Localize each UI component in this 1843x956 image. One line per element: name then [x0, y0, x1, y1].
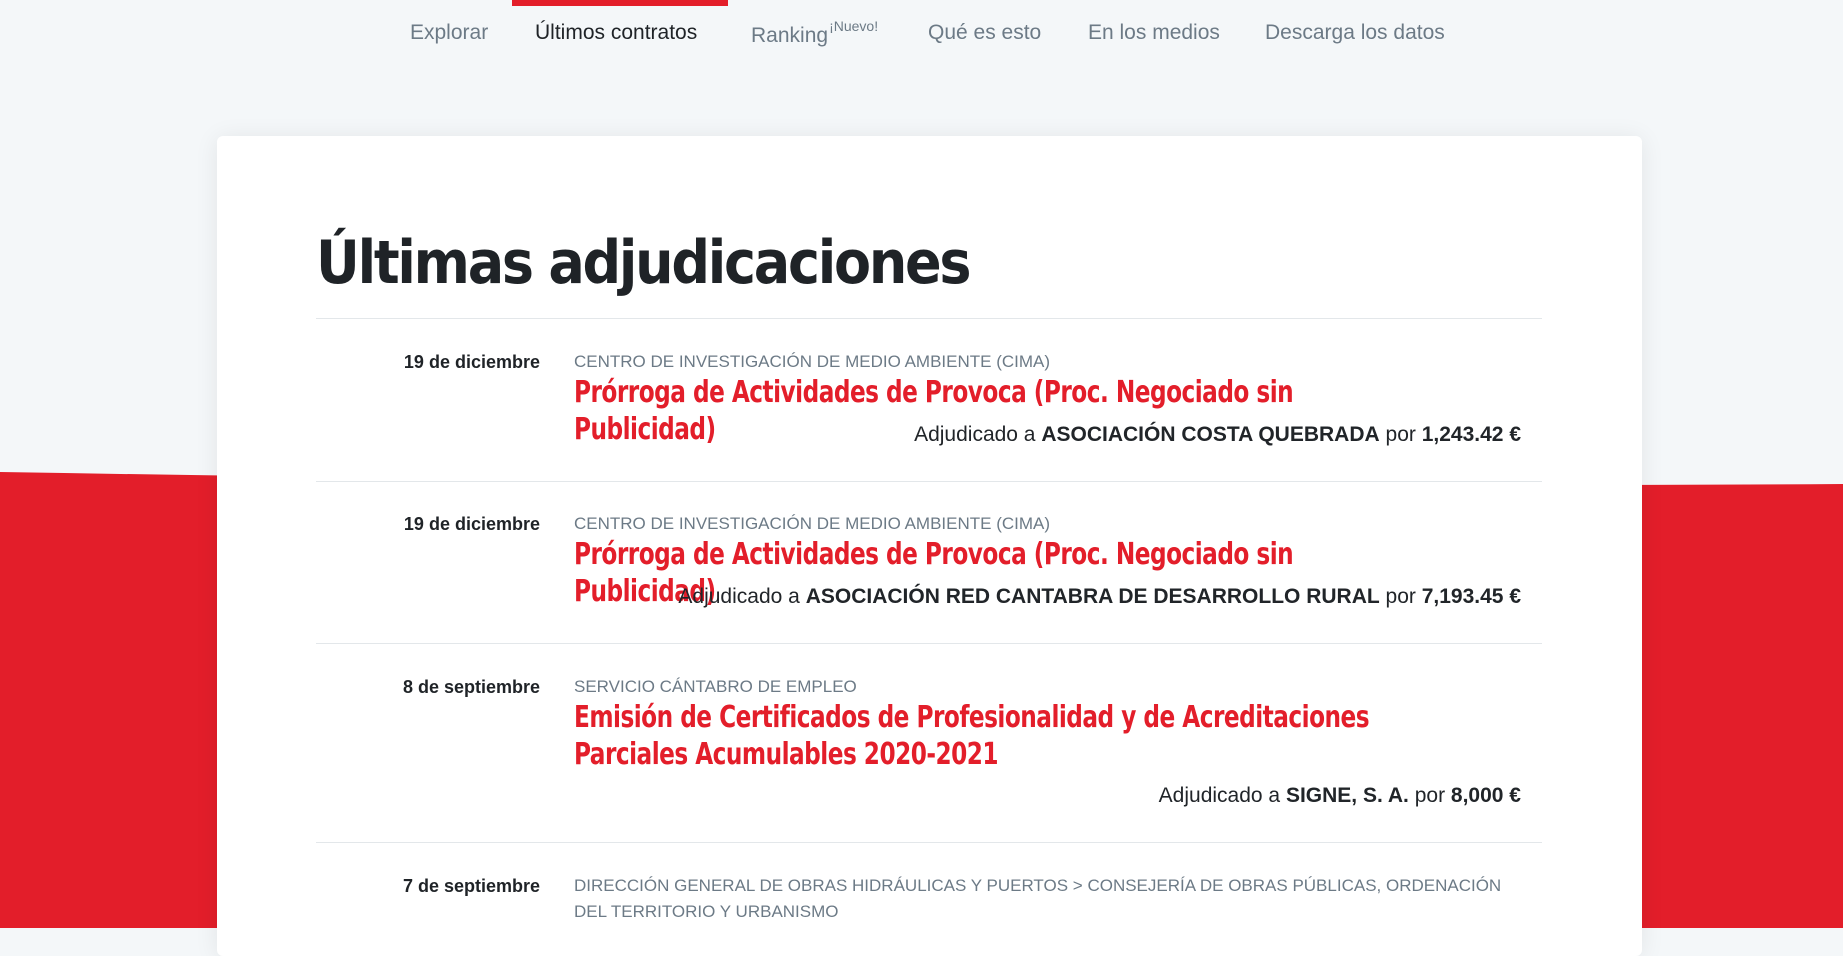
page-title: Últimas adjudicaciones: [316, 228, 972, 298]
contract-date: 8 de septiembre: [402, 677, 540, 697]
contract-date: 19 de diciembre: [403, 352, 540, 372]
award-for: por: [1414, 784, 1446, 807]
nav-en-los-medios[interactable]: En los medios: [1088, 21, 1220, 45]
award-amount: 1,243.42 €: [1421, 423, 1521, 446]
nav-ultimos-contratos[interactable]: Últimos contratos: [535, 21, 697, 45]
award-amount: 8,000 €: [1450, 784, 1521, 807]
contract-award: Adjudicado a SIGNE, S. A. por 8,000 €: [1159, 784, 1521, 808]
contract-date: 19 de diciembre: [403, 514, 540, 534]
contract-date: 7 de septiembre: [402, 876, 540, 896]
divider: [316, 842, 1542, 843]
award-for: por: [1385, 585, 1416, 608]
new-badge: ¡Nuevo!: [829, 18, 879, 34]
divider: [316, 318, 1542, 319]
award-for: por: [1385, 423, 1416, 446]
main-navigation: Explorar Últimos contratos Ranking¡Nuevo…: [0, 0, 1843, 72]
awardee-name: SIGNE, S. A.: [1285, 784, 1409, 807]
divider: [316, 481, 1542, 482]
contract-organization: CENTRO DE INVESTIGACIÓN DE MEDIO AMBIENT…: [574, 514, 1051, 533]
awardee-name: ASOCIACIÓN COSTA QUEBRADA: [1041, 423, 1380, 446]
contract-organization: SERVICIO CÁNTABRO DE EMPLEO: [574, 677, 857, 696]
divider: [316, 643, 1542, 644]
nav-descarga-datos[interactable]: Descarga los datos: [1265, 21, 1445, 45]
nav-explorar[interactable]: Explorar: [410, 21, 488, 45]
contract-title-link[interactable]: Emisión de Certificados de Profesionalid…: [574, 699, 1400, 773]
contract-organization: DIRECCIÓN GENERAL DE OBRAS HIDRÁULICAS Y…: [574, 876, 1502, 921]
nav-que-es-esto[interactable]: Qué es esto: [928, 21, 1041, 45]
awardee-name: ASOCIACIÓN RED CANTABRA DE DESARROLLO RU…: [805, 585, 1380, 608]
contract-award: Adjudicado a ASOCIACIÓN RED CANTABRA DE …: [678, 585, 1521, 609]
contract-award: Adjudicado a ASOCIACIÓN COSTA QUEBRADA p…: [914, 423, 1521, 447]
award-amount: 7,193.45 €: [1421, 585, 1521, 608]
contract-organization: CENTRO DE INVESTIGACIÓN DE MEDIO AMBIENT…: [574, 352, 1051, 371]
award-prefix: Adjudicado a: [678, 585, 800, 608]
nav-ranking-label: Ranking: [751, 24, 829, 47]
award-prefix: Adjudicado a: [1158, 784, 1281, 807]
active-tab-indicator: [512, 0, 728, 6]
award-prefix: Adjudicado a: [914, 423, 1036, 446]
nav-ranking[interactable]: Ranking¡Nuevo!: [751, 18, 879, 48]
